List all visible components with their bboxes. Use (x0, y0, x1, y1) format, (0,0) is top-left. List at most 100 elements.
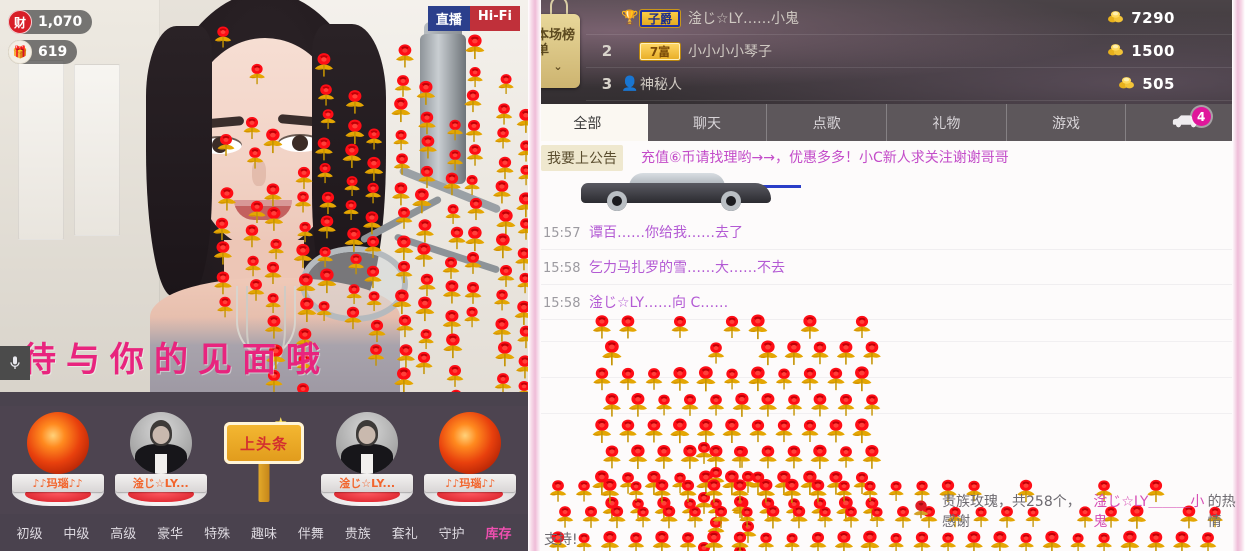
gift-label: ♪♪玛瑙♪♪ (445, 477, 496, 490)
chat-tab-聊天[interactable]: 聊天 (648, 104, 768, 141)
gold-coin-icon (1107, 42, 1124, 61)
chat-message-list[interactable]: 我要上公告 充值⑥币请找理哟→→，优惠多多！小C新人求关注谢谢哥哥 15:57 … (541, 141, 1232, 551)
video-stage[interactable]: 财 1,070 🎁 619 直播 Hi-Fi 待与你的见面哦 (0, 0, 528, 404)
gift-label-ribbon: ♪♪玛瑙♪♪ (11, 474, 104, 492)
announcement-chip[interactable]: 我要上公告 (541, 145, 623, 171)
gift-showcase-item[interactable]: ♪♪玛瑙♪♪ (422, 408, 518, 508)
gift-tab-10[interactable]: 库存 (475, 523, 522, 542)
stream-status-tags: 直播 Hi-Fi (427, 6, 520, 31)
rose-icon (614, 417, 643, 446)
rank-user-name[interactable]: 小小小小琴子 (688, 41, 772, 61)
rose-icon (703, 515, 731, 543)
rose-icon (858, 443, 889, 474)
rose-icon (743, 364, 774, 395)
rose-icon (785, 503, 814, 532)
rank-row[interactable]: 2 7富 小小小小琴子 1500 (586, 35, 1245, 68)
rose-icon (780, 531, 805, 551)
rose-icon (855, 528, 886, 551)
support-text: 支持! (544, 532, 578, 548)
rose-icon (823, 366, 852, 395)
rose-icon (699, 528, 730, 551)
agate-orb-icon (439, 412, 502, 474)
rose-icon (631, 505, 657, 531)
rose-icon (1066, 531, 1092, 551)
rose-icon (692, 417, 722, 447)
rank-score: 505 (1118, 75, 1175, 94)
gift-icon: 🎁 (8, 40, 32, 64)
rose-icon (780, 443, 809, 472)
chat-message: 15:58 淦じ☆LY……向 C…… (541, 285, 1232, 320)
gift-tab-7[interactable]: 贵族 (334, 523, 381, 542)
rose-icon (754, 443, 783, 472)
player-control-bar[interactable] (0, 392, 528, 406)
rose-icon (648, 477, 678, 507)
rank-user-name[interactable]: 淦じ☆LY……小鬼 (688, 8, 799, 28)
rose-icon (615, 366, 643, 394)
rose-icon (668, 471, 695, 498)
rose-icon (624, 479, 649, 504)
gift-tab-9[interactable]: 守护 (428, 523, 475, 542)
microphone-icon[interactable] (0, 346, 30, 380)
gift-tab-8[interactable]: 套礼 (381, 523, 428, 542)
gift-showcase-row: ♪♪玛瑙♪♪ 淦じ☆LY... ★ 上头条 (0, 406, 528, 514)
gift-tab-1[interactable]: 中级 (53, 523, 100, 542)
rose-icon (735, 505, 761, 531)
user-avatar (129, 412, 192, 474)
level-badge: 子爵 (640, 9, 680, 27)
rose-icon (884, 531, 910, 551)
rose-icon (596, 477, 627, 508)
chat-text: 淦じ☆LY……向 C…… (589, 295, 729, 311)
gift-value: 619 (38, 44, 68, 60)
gift-showcase-item[interactable]: 淦じ☆LY... (319, 408, 415, 508)
rose-icon (703, 392, 730, 419)
rank-score: 1500 (1107, 42, 1175, 61)
rose-icon (831, 494, 863, 526)
headline-sign[interactable]: ★ 上头条 (216, 408, 312, 508)
rose-icon (805, 442, 836, 473)
rose-icon (1142, 529, 1171, 551)
gift-showcase-item[interactable]: 淦じ☆LY... (113, 408, 209, 508)
rank-row[interactable]: 🏆 子爵 淦じ☆LY……小鬼 7290 (586, 2, 1245, 35)
chat-tab-全部[interactable]: 全部 (528, 104, 648, 141)
wealth-stat-pill: 财 1,070 (8, 10, 93, 34)
rose-icon (727, 494, 755, 522)
streamer-nose (252, 160, 266, 186)
rose-icon (691, 540, 719, 551)
rank-row[interactable]: 3 👤 神秘人 505 (586, 68, 1245, 101)
rose-icon (838, 504, 865, 531)
rose-icon (623, 530, 650, 551)
rose-icon (691, 440, 719, 468)
rose-icon (847, 364, 879, 396)
mystery-user-icon: 👤 (621, 76, 639, 92)
gift-tab-4[interactable]: 特殊 (194, 523, 241, 542)
gift-showcase-item[interactable]: ♪♪玛瑙♪♪ (10, 408, 106, 508)
rose-icon (986, 529, 1016, 551)
gift-tab-5[interactable]: 趣味 (241, 523, 288, 542)
gift-tab-0[interactable]: 初级 (6, 523, 53, 542)
chat-tab-游戏[interactable]: 游戏 (1007, 104, 1127, 141)
chat-text: 谭百……你给我……去了 (589, 225, 743, 241)
rank-value: 505 (1142, 75, 1175, 93)
gift-notification-user: 淦じ☆LY＿＿＿小鬼 (1093, 494, 1205, 530)
trophy-icon: 🏆 (621, 10, 639, 26)
gift-tab-6[interactable]: 伴舞 (287, 523, 334, 542)
chat-tab-car[interactable]: 4 (1126, 104, 1245, 141)
car-animation (581, 173, 821, 211)
chat-tab-bar: 全部 聊天 点歌 礼物 游戏 4 (528, 104, 1245, 141)
rose-icon (769, 468, 800, 499)
rank-tab-label: 本场榜单 (536, 27, 576, 58)
rose-icon (572, 479, 599, 506)
rose-icon (797, 366, 825, 394)
rose-icon (626, 497, 653, 524)
streamer-hair-front-left (146, 26, 212, 296)
rose-icon (703, 465, 731, 493)
chat-tab-礼物[interactable]: 礼物 (887, 104, 1007, 141)
gift-tab-2[interactable]: 高级 (100, 523, 147, 542)
rank-user-name[interactable]: 神秘人 (640, 74, 682, 94)
chat-tab-点歌[interactable]: 点歌 (767, 104, 888, 141)
rose-icon (598, 495, 629, 526)
rank-panel-tab[interactable]: 本场榜单 ⌄ (536, 14, 580, 88)
gift-tab-3[interactable]: 豪华 (147, 523, 194, 542)
marquee-banner: 待与你的见面哦 (0, 328, 528, 384)
rose-icon (677, 392, 705, 420)
